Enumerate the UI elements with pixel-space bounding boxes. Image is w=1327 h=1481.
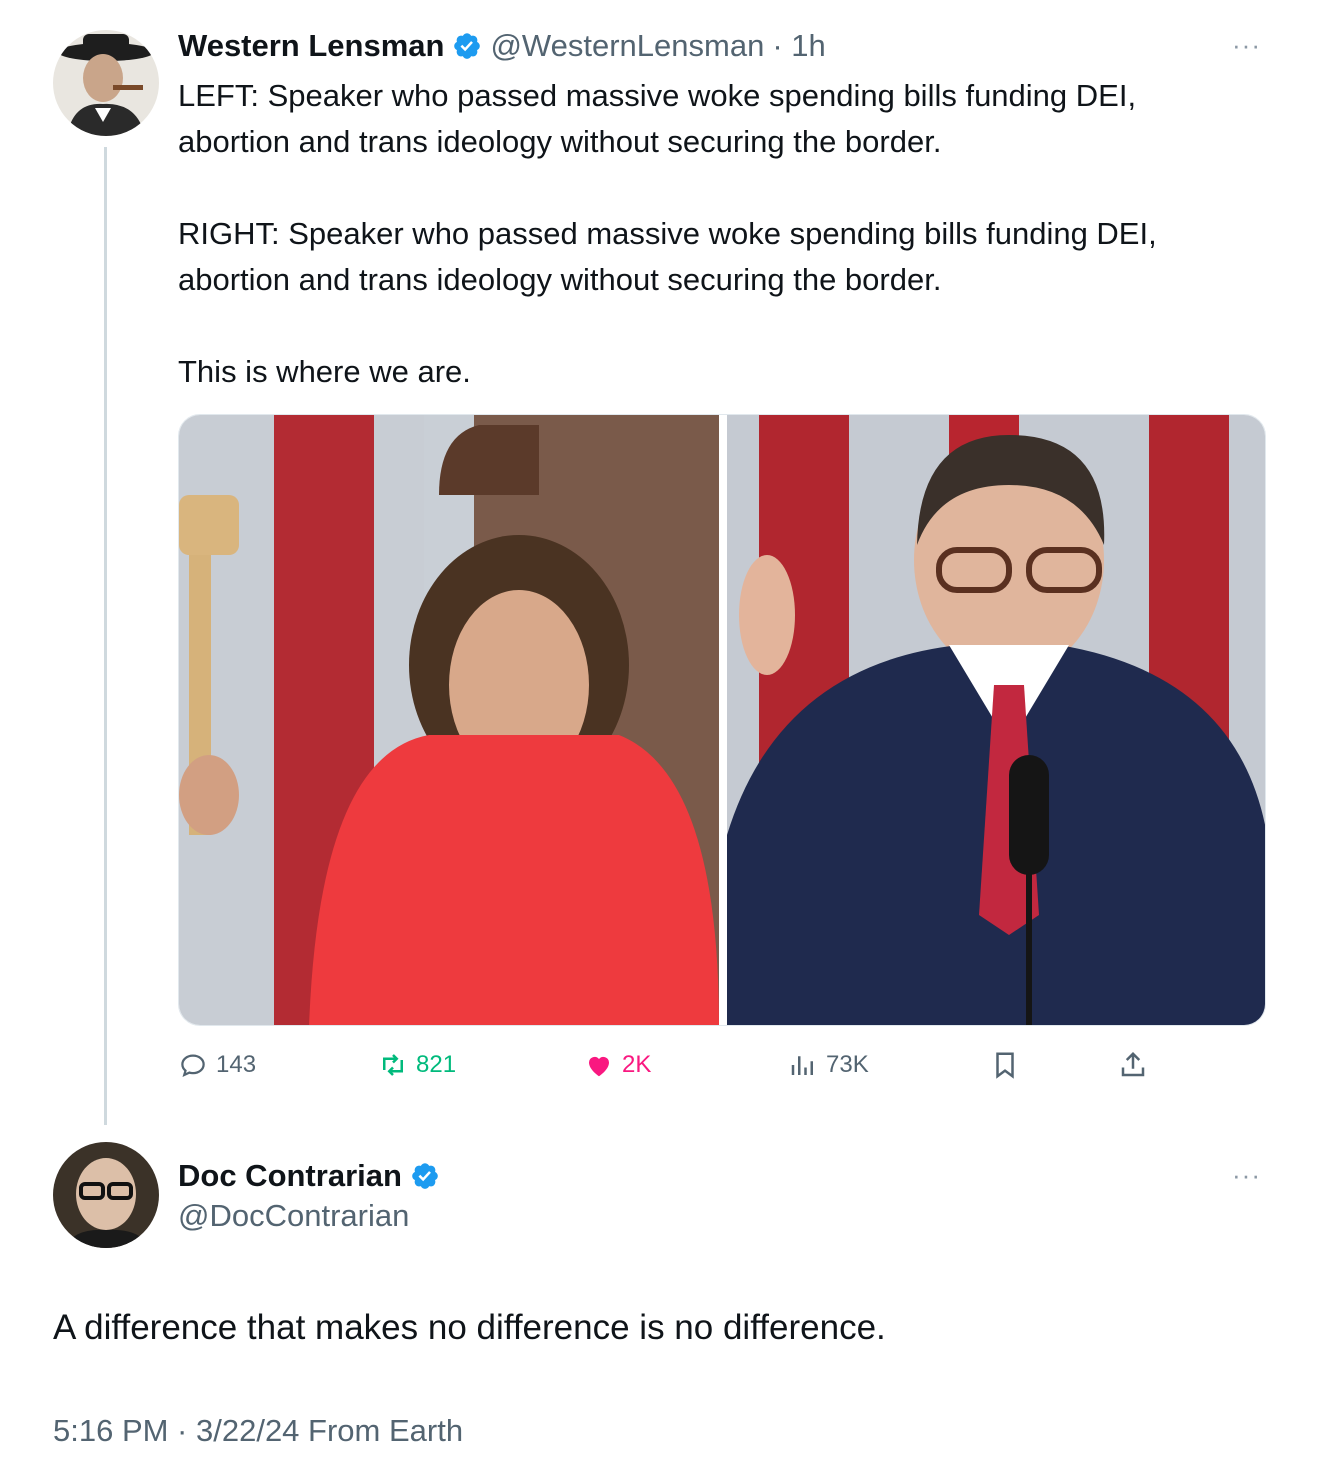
tweet-time[interactable]: · 1h [772,28,825,64]
like-count: 2K [622,1051,652,1078]
author-handle[interactable]: @WesternLensman [490,28,764,64]
tweet-text: LEFT: Speaker who passed massive woke sp… [178,73,1278,395]
bookmark-button[interactable] [990,1045,1020,1085]
tweet-text-line: abortion and trans ideology without secu… [178,124,942,159]
heart-icon [589,1056,609,1077]
bookmark-icon [996,1052,1014,1079]
tweet-text-line: This is where we are. [178,354,471,389]
tweet-text-line: abortion and trans ideology without secu… [178,262,942,297]
reply-icon [181,1054,205,1078]
tweet-text-line: LEFT: Speaker who passed massive woke sp… [178,78,1137,113]
tweet-media[interactable] [178,414,1266,1026]
reply-more-options-icon[interactable]: ··· [1232,1160,1261,1191]
share-icon [1121,1051,1145,1077]
western-lensman-avatar[interactable] [53,30,159,136]
reply-timestamp-source[interactable]: 5:16 PM · 3/22/24 From Earth [53,1413,463,1449]
share-button[interactable] [1118,1045,1148,1085]
reply-text: A difference that makes no difference is… [53,1308,886,1347]
retweet-count: 821 [416,1051,457,1078]
thread-connector-line [104,147,107,1125]
reply-author-name[interactable]: Doc Contrarian [178,1158,402,1194]
reply-author-handle[interactable]: @DocContrarian [178,1198,409,1234]
more-options-icon[interactable]: ··· [1232,30,1261,61]
verified-badge-icon [410,1161,440,1191]
tweet-header: Western Lensman @WesternLensman · 1h [178,26,826,66]
left-photo[interactable] [179,415,719,1026]
author-name[interactable]: Western Lensman [178,28,444,64]
retweet-icon [383,1054,403,1076]
reply-header: Doc Contrarian [178,1156,440,1196]
tweet-text-line: RIGHT: Speaker who passed massive woke s… [178,216,1157,251]
retweet-button[interactable]: 821 [378,1045,456,1085]
doc-contrarian-avatar[interactable] [53,1142,159,1248]
views-bar-chart-icon [791,1056,813,1075]
reply-button[interactable]: 143 [178,1045,256,1085]
reply-count: 143 [216,1051,257,1078]
right-photo[interactable] [727,415,1266,1026]
like-button[interactable]: 2K [584,1045,651,1085]
views-button[interactable]: 73K [788,1045,869,1085]
views-count: 73K [826,1051,869,1078]
verified-badge-icon [452,31,482,61]
